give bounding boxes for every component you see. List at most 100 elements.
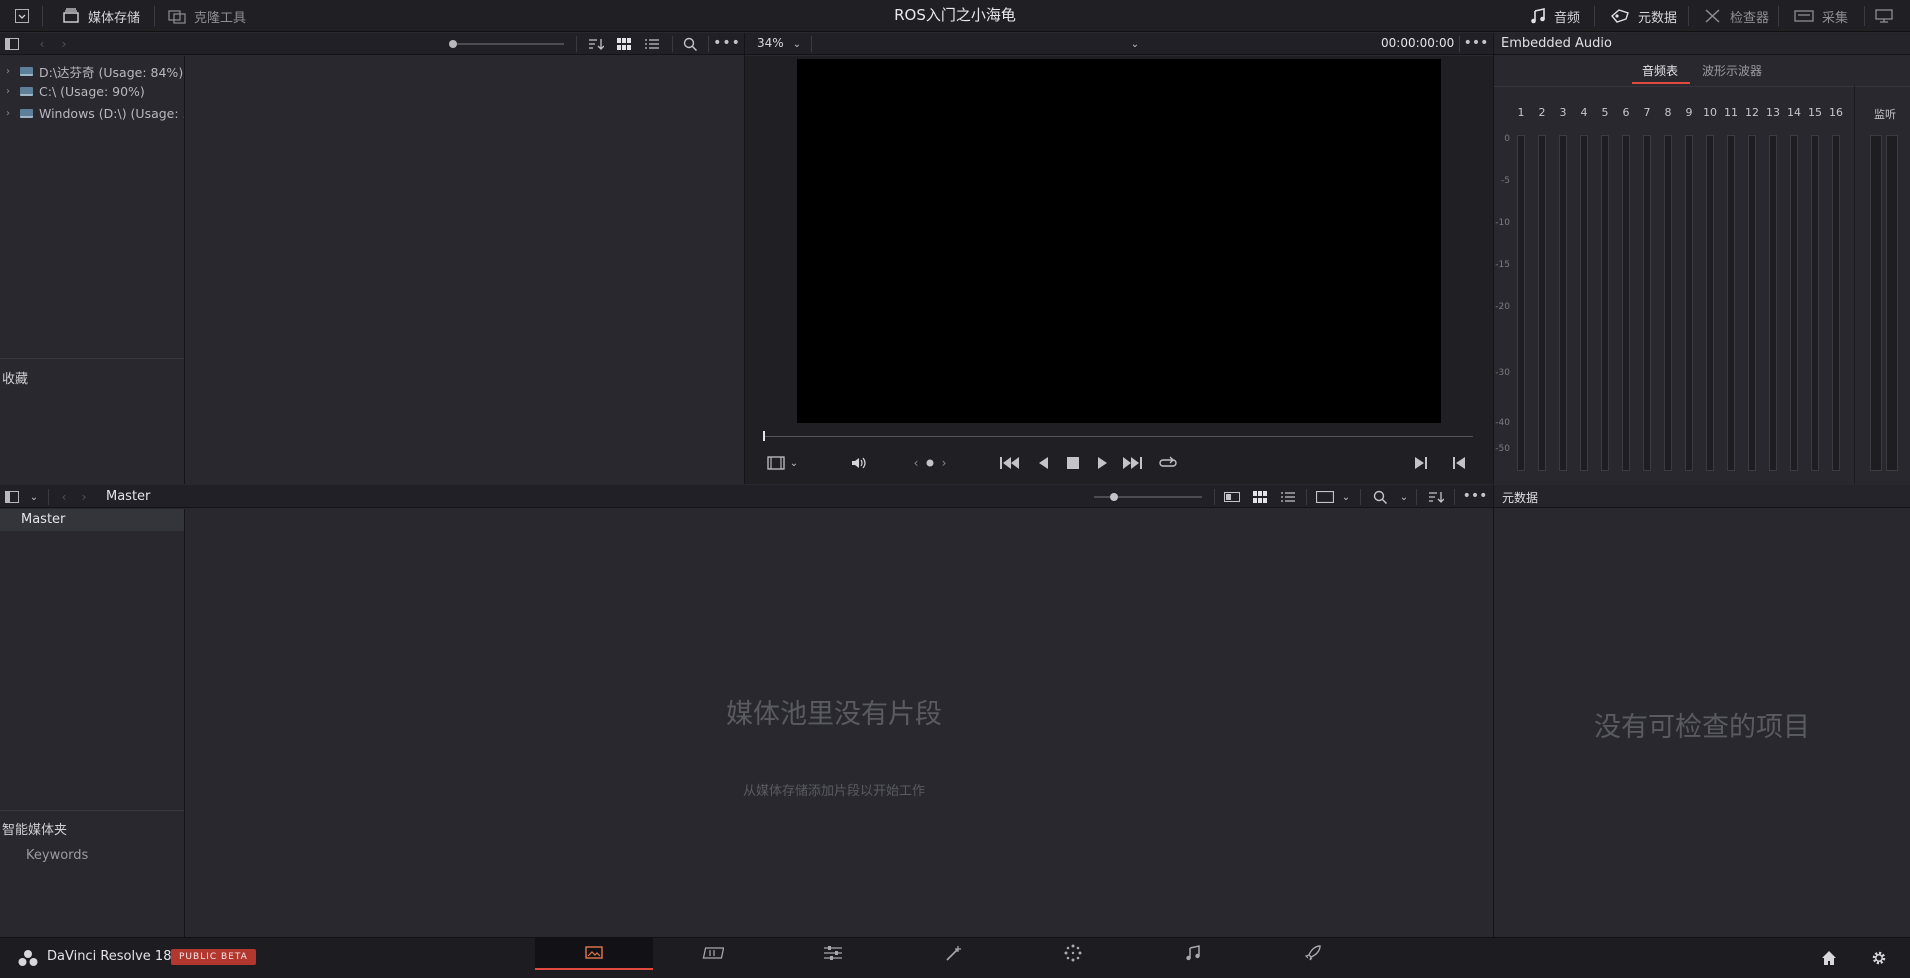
- edit-page-icon: [823, 945, 843, 963]
- display-layout-button[interactable]: [1874, 0, 1894, 32]
- bin-item-master[interactable]: Master: [0, 509, 184, 531]
- more-options-icon[interactable]: •••: [713, 34, 740, 52]
- tab-waveform-scope[interactable]: 波形示波器: [1702, 62, 1762, 79]
- drive-icon: [20, 67, 33, 76]
- grid-view-icon[interactable]: [614, 35, 634, 53]
- sort-icon[interactable]: [586, 35, 606, 53]
- meter-channel-label: 2: [1538, 106, 1546, 119]
- clip-size-slider-handle[interactable]: [1110, 493, 1118, 501]
- meter-channel-label: 1: [1517, 106, 1525, 119]
- previous-clip-icon[interactable]: [1451, 454, 1467, 472]
- bin-chevron-down-icon[interactable]: ⌄: [28, 488, 40, 506]
- play-icon[interactable]: [1095, 454, 1111, 472]
- page-tab-edit[interactable]: [774, 938, 892, 970]
- monitor-meter-right: [1886, 135, 1898, 471]
- db-scale-label: -5: [1501, 176, 1510, 186]
- search-chevron-down-icon[interactable]: ⌄: [1398, 488, 1410, 506]
- page-tab-fairlight[interactable]: [1134, 938, 1252, 970]
- capture-label: 采集: [1822, 10, 1849, 26]
- forward-arrow-icon[interactable]: ›: [58, 35, 70, 53]
- fairlight-music-icon: [1185, 944, 1201, 964]
- page-tab-color[interactable]: [1014, 938, 1132, 970]
- meter-channel-bar: [1706, 135, 1714, 471]
- media-page-icon: [585, 945, 603, 962]
- go-to-start-icon[interactable]: [999, 454, 1021, 472]
- meter-channel-bar: [1622, 135, 1630, 471]
- drive-item[interactable]: › C:\ (Usage: 90%): [6, 84, 145, 99]
- inspector-button[interactable]: 检查器: [1704, 0, 1769, 32]
- meter-channel-bar: [1559, 135, 1567, 471]
- zoom-chevron-down-icon[interactable]: ⌄: [791, 35, 803, 53]
- page-tab-deliver[interactable]: [1254, 938, 1372, 970]
- home-icon[interactable]: [1818, 948, 1840, 968]
- clip-name-chevron-down-icon[interactable]: ⌄: [1129, 35, 1141, 53]
- clone-tool-button[interactable]: 克隆工具: [168, 0, 246, 32]
- search-icon[interactable]: [680, 35, 700, 53]
- top-toolbar: 媒体存储 克隆工具 ROS入门之小海龟 音频 元数据 检查器 采集: [0, 0, 1910, 32]
- next-clip-icon[interactable]: [1413, 454, 1429, 472]
- meter-channel-label: 14: [1787, 106, 1801, 119]
- aspect-chevron-down-icon[interactable]: ⌄: [1340, 488, 1352, 506]
- bin-forward-arrow-icon[interactable]: ›: [78, 488, 90, 506]
- jog-dot-icon[interactable]: [925, 454, 935, 472]
- meter-channel-label: 12: [1745, 106, 1759, 119]
- go-to-end-icon[interactable]: [1121, 454, 1143, 472]
- volume-icon[interactable]: [849, 454, 869, 472]
- clone-tool-label: 克隆工具: [194, 10, 247, 26]
- aspect-ratio-icon[interactable]: [1314, 488, 1336, 506]
- meter-channel-bar: [1643, 135, 1651, 471]
- media-pool-clips-area[interactable]: 媒体池里没有片段 从媒体存储添加片段以开始工作: [185, 509, 1493, 937]
- media-storage-toolbar: ‹ › •••: [0, 33, 744, 55]
- chevron-down-icon: [14, 8, 30, 24]
- clip-view-icon[interactable]: [765, 454, 787, 472]
- sidebar-toggle-icon[interactable]: [4, 35, 20, 53]
- thumbnail-size-slider[interactable]: [452, 43, 564, 45]
- tab-audio-meters[interactable]: 音频表: [1642, 62, 1678, 79]
- settings-gear-icon[interactable]: [1868, 948, 1890, 968]
- drive-item[interactable]: › D:\达芬奇 (Usage: 84%): [6, 62, 183, 81]
- page-tab-media[interactable]: [535, 938, 653, 970]
- audio-panel-button[interactable]: 音频: [1530, 0, 1580, 32]
- scrubber-track[interactable]: [763, 436, 1473, 437]
- media-storage-button[interactable]: 媒体存储: [62, 0, 140, 32]
- favorites-label: 收藏: [2, 372, 29, 387]
- playhead[interactable]: [763, 431, 765, 441]
- jog-left-icon[interactable]: ‹: [911, 454, 921, 472]
- list-view-icon[interactable]: [642, 35, 662, 53]
- pool-sort-icon[interactable]: [1426, 488, 1446, 506]
- pool-more-options-icon[interactable]: •••: [1462, 487, 1488, 505]
- viewer-more-options-icon[interactable]: •••: [1464, 34, 1489, 52]
- drive-label: C:\ (Usage: 90%): [39, 84, 145, 99]
- page-tab-cut[interactable]: [654, 938, 772, 970]
- bin-label: Master: [21, 512, 66, 527]
- media-storage-browser[interactable]: [185, 56, 744, 484]
- zoom-level[interactable]: 34%: [757, 36, 784, 50]
- page-tab-fusion[interactable]: [894, 938, 1012, 970]
- metadata-view-icon[interactable]: [1222, 488, 1242, 506]
- play-reverse-icon[interactable]: [1035, 454, 1051, 472]
- drive-item[interactable]: › Windows (D:\) (Usage: ...: [6, 106, 194, 121]
- capture-button[interactable]: 采集: [1794, 0, 1848, 32]
- clip-view-chevron-icon[interactable]: ⌄: [789, 454, 799, 472]
- slider-handle[interactable]: [449, 40, 457, 48]
- loop-icon[interactable]: [1157, 454, 1179, 472]
- inspector-label: 检查器: [1730, 10, 1770, 26]
- stop-icon[interactable]: [1065, 454, 1081, 472]
- video-frame[interactable]: [797, 59, 1441, 423]
- db-scale-label: -10: [1495, 218, 1510, 228]
- chevron-right-icon: ›: [6, 86, 10, 97]
- workspace-menu-button[interactable]: [14, 0, 30, 32]
- smart-bin-keywords[interactable]: Keywords: [26, 848, 88, 863]
- drive-icon: [20, 87, 33, 96]
- pool-grid-view-icon[interactable]: [1250, 488, 1270, 506]
- meter-channel-label: 13: [1766, 106, 1780, 119]
- back-arrow-icon[interactable]: ‹: [36, 35, 48, 53]
- viewer-timecode[interactable]: 00:00:00:00: [1381, 36, 1454, 50]
- pool-list-view-icon[interactable]: [1278, 488, 1298, 506]
- bin-list-toggle-icon[interactable]: [4, 488, 20, 506]
- jog-right-icon[interactable]: ›: [939, 454, 949, 472]
- pool-search-icon[interactable]: [1370, 488, 1390, 506]
- metadata-panel-button[interactable]: 元数据: [1610, 0, 1677, 32]
- bin-back-arrow-icon[interactable]: ‹: [58, 488, 70, 506]
- bin-list: Master 智能媒体夹 Keywords: [0, 509, 184, 937]
